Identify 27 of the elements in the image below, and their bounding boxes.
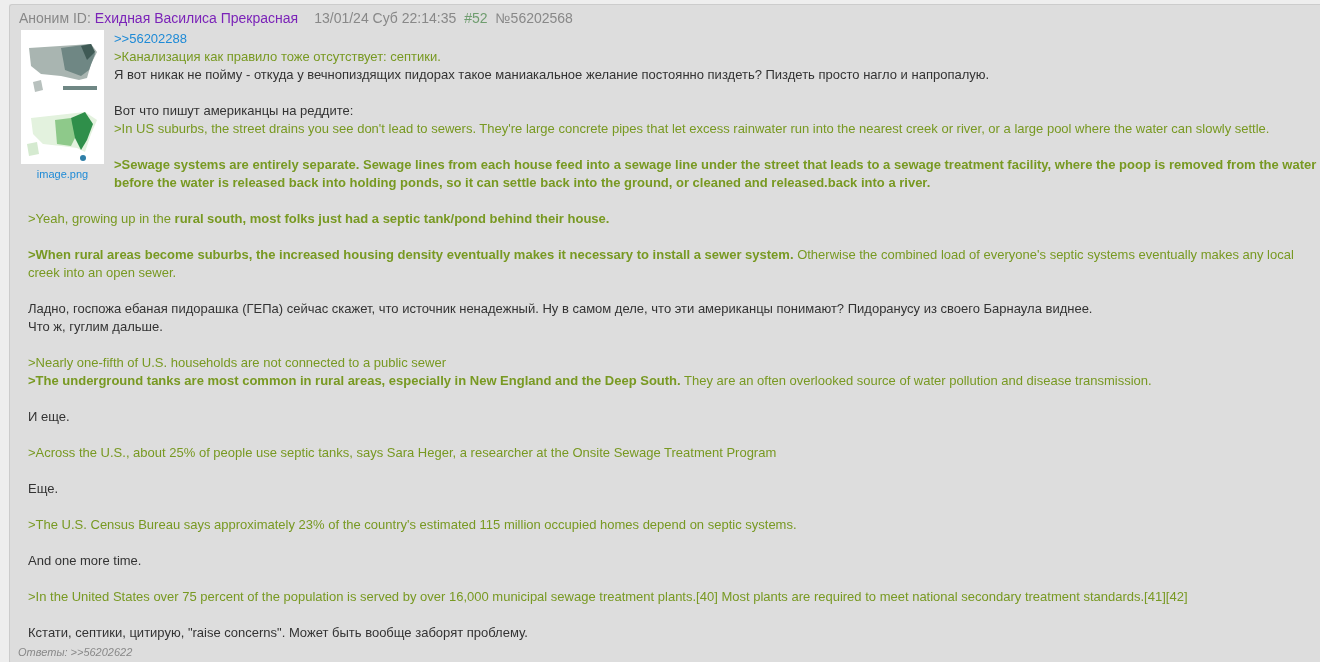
post-date: 13/01/24 Суб 22:14:35	[314, 9, 457, 27]
quote-text: >The U.S. Census Bureau says approximately 23% of the country's estimated 115 million occupied homes depend on septic systems.	[28, 516, 798, 534]
poster-name: Ехидная Василиса Прекрасная	[94, 9, 299, 27]
quote-text: >The underground tanks are most common in rural areas, especially in New England and the Deep South. They are an often overlooked source of water pollution and disease transmission.	[28, 372, 1153, 390]
post-text: Вот что пишут американцы на реддите:	[114, 102, 355, 120]
quote-text: >In US suburbs, the street drains you see don't lead to sewers. They're large concrete pipes that let excess rainwater run into the nearest creek or river, or a large pool where the water can slowly settle.	[114, 120, 1271, 138]
author-label: Аноним ID:	[19, 9, 91, 27]
quote-text: >In the United States over 75 percent of the population is served by over 16,000 municipal sewage treatment plants.[40] Most plants are required to meet national secondary treatment standards.[41][42]	[28, 588, 1189, 606]
post-text: Что ж, гуглим дальше.	[28, 318, 164, 336]
post-text: And one more time.	[28, 552, 143, 570]
replies-label: Ответы:	[18, 645, 68, 659]
quote-text: >Sewage systems are entirely separate. Sewage lines from each house feed into a sewage line under the street that leads to a sewage treatment facility, where the poop is removed from the water before the water is released back into holding ponds, so it can settle back into the ground, or cleaned and released.back into a river.	[114, 156, 1318, 192]
post-text: И еще.	[28, 408, 71, 426]
reply-link[interactable]: >>56202288	[114, 31, 188, 46]
post-text: Ладно, госпожа ебаная пидорашка (ГЕПа) сейчас скажет, что источник ненадежный. Ну в самом деле, что эти американцы понимают? Пидоранусу из своего Барнаула виднее.	[28, 300, 1094, 318]
post-id-link[interactable]: №56202568	[495, 9, 573, 27]
post-text: Кстати, септики, цитирую, "raise concerns". Может быть вообще заборят проблему.	[28, 624, 529, 642]
reply-link[interactable]: >>56202622	[70, 645, 133, 659]
quote-text: >Nearly one-fifth of U.S. households are not connected to a public sewer	[28, 354, 448, 372]
quote-text: >Across the U.S., about 25% of people use septic tanks, says Sara Heger, a researcher at the Onsite Sewage Treatment Program	[28, 444, 778, 462]
post-number[interactable]: #52	[464, 9, 488, 27]
quote-text: >Yeah, growing up in the rural south, most folks just had a septic tank/pond behind their house.	[28, 210, 611, 228]
file-link[interactable]: image.png	[36, 167, 89, 181]
post-text: Я вот никак не пойму - откуда у вечнопиздящих пидорах такое маниакальное желание постоянно пиздеть? Пиздеть просто нагло и напропалую.	[114, 66, 991, 84]
quote-text: >Канализация как правило тоже отсутствует: септики.	[114, 48, 442, 66]
post-text: Еще.	[28, 480, 60, 498]
quote-text: >When rural areas become suburbs, the increased housing density eventually makes it necessary to install a sewer system. Otherwise the combined load of everyone's septic systems eventually makes any local creek into an open sewer.	[28, 246, 1295, 282]
